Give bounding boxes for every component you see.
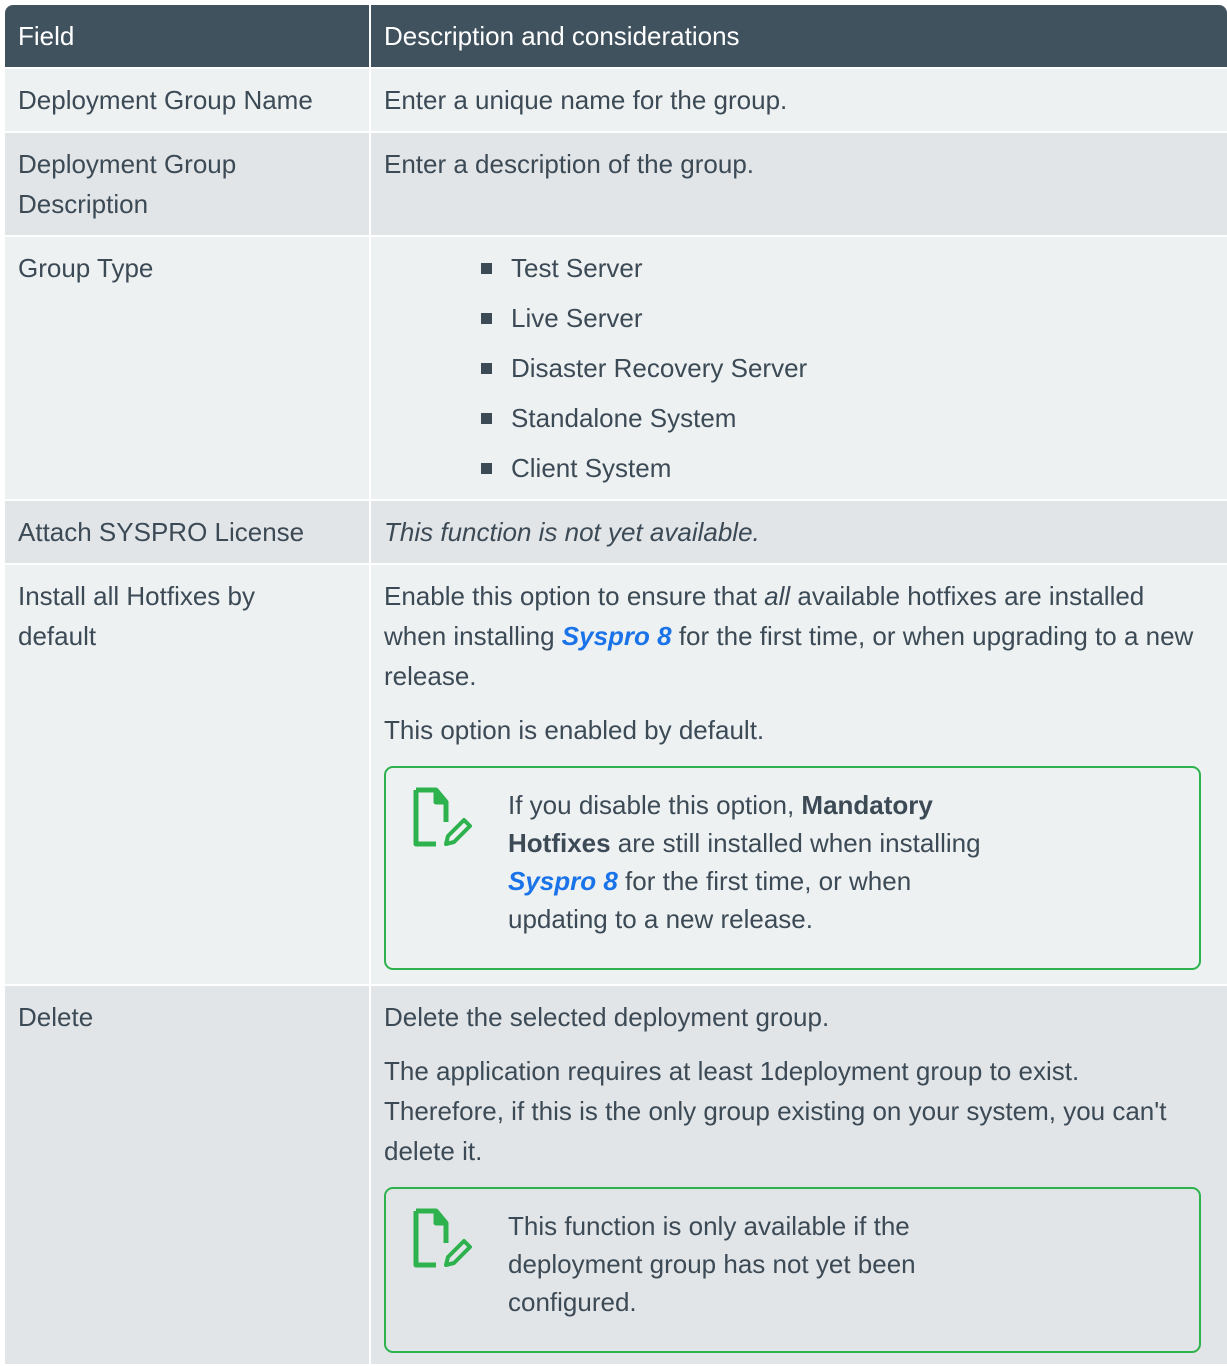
table-row: Attach SYSPRO License This function is n…: [5, 499, 1227, 563]
description-cell: This function is not yet available.: [371, 501, 1227, 563]
bullet-icon: [481, 412, 492, 424]
note-edit-icon: [412, 1207, 508, 1321]
note-edit-icon: [412, 786, 508, 938]
list-item-label: Standalone System: [511, 403, 737, 433]
description-text: Enter a description of the group.: [384, 149, 755, 179]
field-cell: Delete: [5, 986, 371, 1364]
table-row: Deployment Group Name Enter a unique nam…: [5, 67, 1227, 131]
list-item-label: Client System: [511, 453, 672, 483]
group-type-list: Test Server Live Server Disaster Recover…: [384, 243, 1201, 493]
note-text: If you disable this option, Mandatory Ho…: [508, 786, 1179, 938]
description-text: Enable this option to ensure that all av…: [384, 576, 1201, 696]
description-text: This option is enabled by default.: [384, 715, 765, 745]
bullet-icon: [481, 262, 492, 274]
description-text: Delete the selected deployment group.: [384, 1002, 830, 1032]
list-item-label: Live Server: [511, 303, 643, 333]
description-cell: Enable this option to ensure that all av…: [371, 565, 1227, 984]
field-cell: Deployment Group Name: [5, 69, 371, 131]
description-cell: Enter a description of the group.: [371, 133, 1227, 235]
field-cell: Install all Hotfixes by default: [5, 565, 371, 984]
list-item-label: Test Server: [511, 253, 643, 283]
list-item-label: Disaster Recovery Server: [511, 353, 808, 383]
table-row: Deployment Group Description Enter a des…: [5, 131, 1227, 235]
list-item: Standalone System: [481, 393, 1201, 443]
bullet-icon: [481, 462, 492, 474]
table-row: Install all Hotfixes by default Enable t…: [5, 563, 1227, 984]
text-span: are still installed when installing: [610, 828, 981, 858]
description-cell: Test Server Live Server Disaster Recover…: [371, 237, 1227, 499]
field-text-line: Install all Hotfixes by: [18, 581, 255, 611]
header-description: Description and considerations: [384, 21, 740, 51]
list-item: Disaster Recovery Server: [481, 343, 1201, 393]
table-row: Delete Delete the selected deployment gr…: [5, 984, 1227, 1364]
list-item: Live Server: [481, 293, 1201, 343]
header-field: Field: [5, 5, 371, 67]
bullet-icon: [481, 312, 492, 324]
text-span: If you disable this option,: [508, 790, 802, 820]
description-text: This function is not yet available.: [384, 517, 760, 547]
list-item: Test Server: [481, 243, 1201, 293]
description-cell: Enter a unique name for the group.: [371, 69, 1227, 131]
bullet-icon: [481, 362, 492, 374]
note-box: If you disable this option, Mandatory Ho…: [384, 766, 1201, 970]
note-box: This function is only available if the d…: [384, 1187, 1201, 1353]
table-row: Group Type Test Server Live Server Disas…: [5, 235, 1227, 499]
text-span: Enable this option to ensure that: [384, 581, 765, 611]
description-text: Enter a unique name for the group.: [384, 85, 788, 115]
note-text: This function is only available if the d…: [508, 1211, 916, 1317]
syspro-link[interactable]: Syspro 8: [508, 866, 618, 896]
field-cell: Group Type: [5, 237, 371, 499]
field-text-line: Deployment Group: [18, 149, 237, 179]
fields-table: Field Description and considerations Dep…: [5, 5, 1227, 1364]
field-text-line: default: [18, 621, 97, 651]
field-cell: Deployment Group Description: [5, 133, 371, 235]
description-cell: Delete the selected deployment group. Th…: [371, 986, 1227, 1364]
description-text: The application requires at least 1deplo…: [384, 1056, 1167, 1166]
list-item: Client System: [481, 443, 1201, 493]
field-text-line: Description: [18, 189, 149, 219]
field-cell: Attach SYSPRO License: [5, 501, 371, 563]
syspro-link[interactable]: Syspro 8: [562, 621, 672, 651]
table-header: Field Description and considerations: [5, 5, 1227, 67]
emphasis-text: all: [764, 581, 791, 611]
